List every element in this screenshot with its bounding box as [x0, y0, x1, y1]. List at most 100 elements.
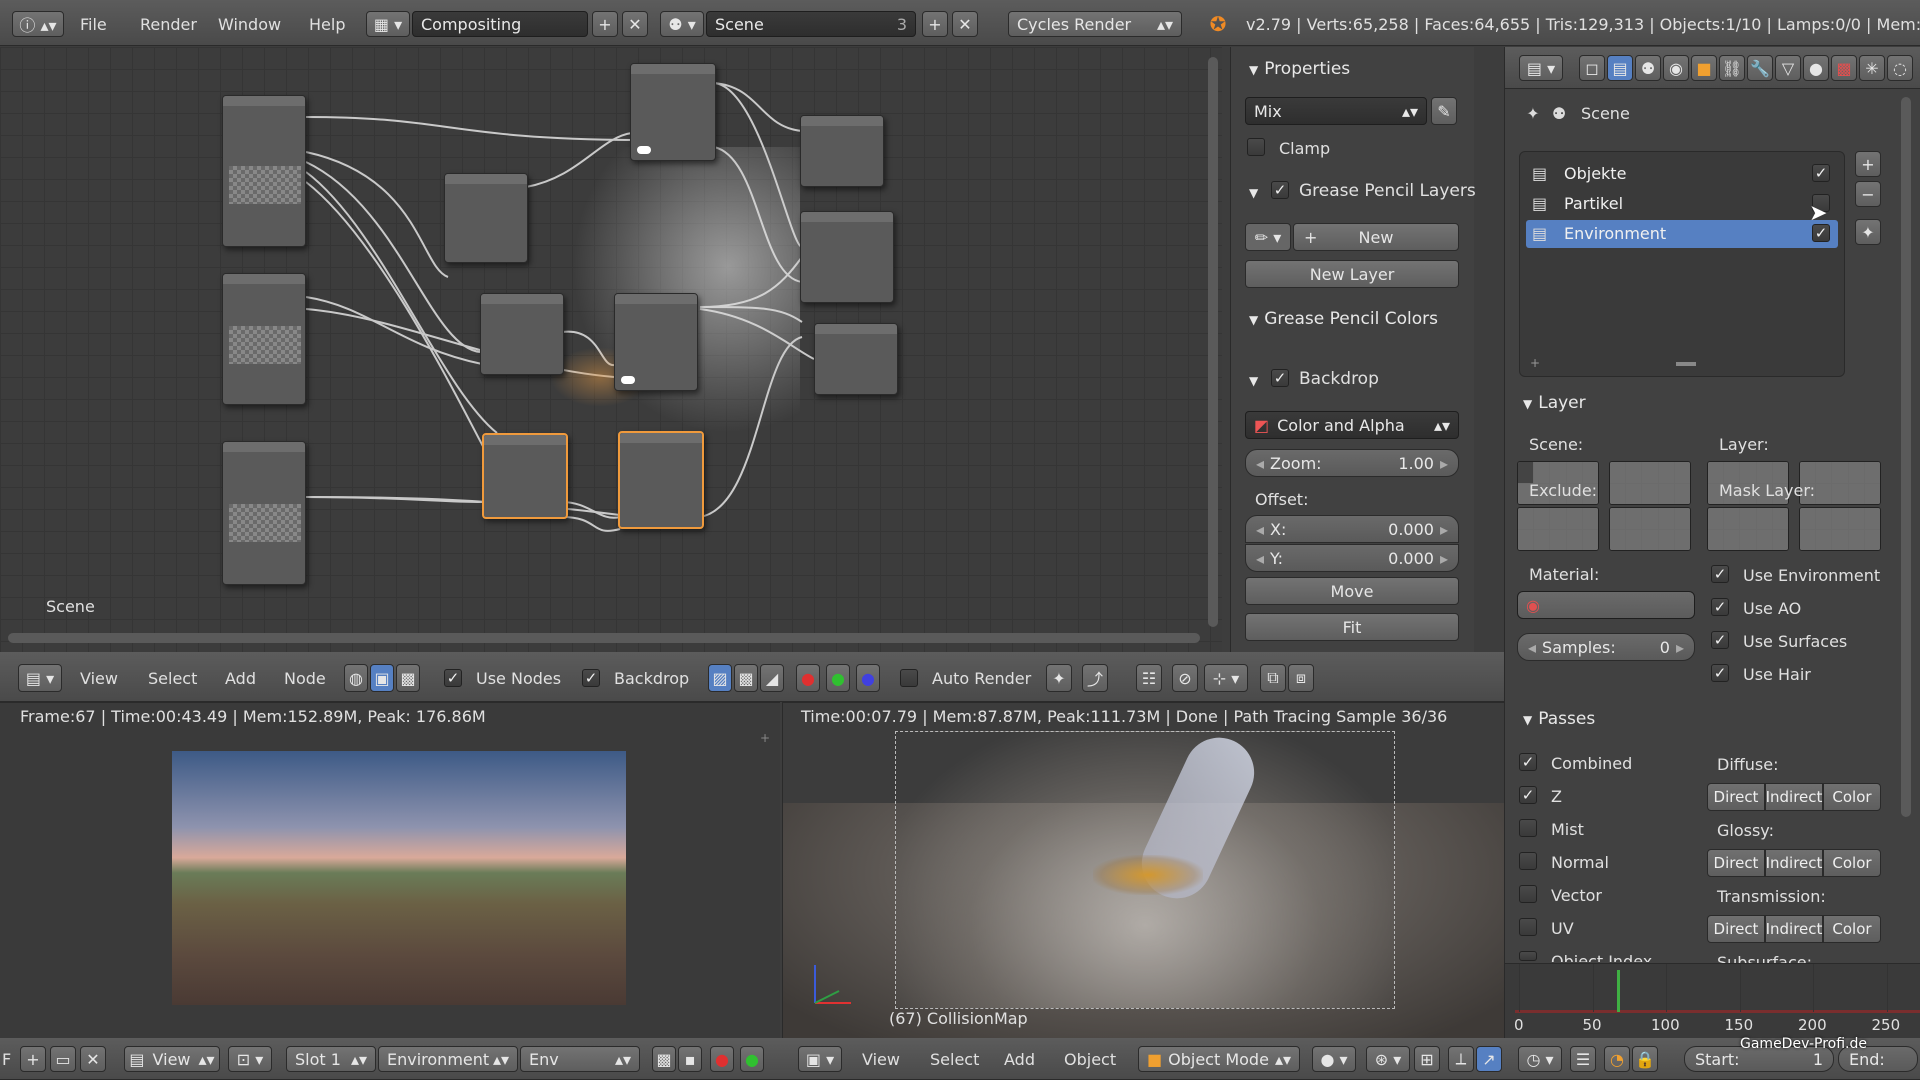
glossy-direct-button[interactable]: Direct [1707, 849, 1765, 877]
node-editor-v-scrollbar[interactable] [1208, 57, 1218, 627]
transmission-indirect-button[interactable]: Indirect [1765, 915, 1823, 943]
object-tab-icon[interactable]: ■ [1691, 55, 1717, 81]
menu-help[interactable]: Help [309, 15, 345, 34]
samples-field[interactable]: ◂ Samples: 0 ▸ [1517, 633, 1695, 661]
resize-corner-icon[interactable]: + [760, 731, 770, 745]
grease-pencil-colors-title[interactable]: ▼ Grease Pencil Colors [1249, 309, 1438, 329]
mix-node-2[interactable] [614, 293, 698, 391]
viewport-select-menu[interactable]: Select [930, 1050, 979, 1069]
render-layer-item[interactable]: ▤ Objekte ✓ [1526, 160, 1838, 188]
menu-window[interactable]: Window [218, 15, 281, 34]
properties-type-button[interactable]: ▤ ▾ [1519, 55, 1563, 81]
transform-icon[interactable]: ⟂ [1448, 1046, 1474, 1072]
keyframe-icon[interactable]: ◔ [1604, 1046, 1630, 1072]
backdrop-alpha-icon[interactable]: ◢ [760, 664, 784, 692]
green-channel-icon[interactable]: ● [826, 664, 850, 692]
pivot-icon[interactable]: ⊛ ▾ [1366, 1046, 1410, 1072]
backdrop-title[interactable]: ▼ [1249, 370, 1264, 390]
new-image-button[interactable]: + [20, 1046, 46, 1072]
viewer-node[interactable] [814, 323, 898, 395]
backdrop-color-icon[interactable]: ▩ [734, 664, 758, 692]
color-picker-icon[interactable]: ✎ [1431, 97, 1457, 125]
scene-field[interactable]: Scene 3 [706, 11, 916, 37]
render-layers-node-2[interactable] [222, 273, 306, 405]
render-layer-enabled-checkbox[interactable]: ✓ [1812, 224, 1830, 242]
diffuse-direct-button[interactable]: Direct [1707, 783, 1765, 811]
new-layer-button[interactable]: New Layer [1245, 260, 1459, 288]
transmission-color-button[interactable]: Color [1823, 915, 1881, 943]
layer-panel-title[interactable]: ▼ Layer [1523, 393, 1586, 413]
node-editor-canvas[interactable]: Scene [0, 47, 1222, 652]
delete-screen-button[interactable]: ✕ [622, 11, 648, 37]
timeline-menu-icon[interactable]: ☰ [1570, 1046, 1596, 1072]
diffuse-color-button[interactable]: Color [1823, 783, 1881, 811]
pass-checkbox[interactable] [1519, 918, 1537, 936]
zoom-field[interactable]: ◂ Zoom: 1.00 ▸ [1245, 449, 1459, 477]
pass-checkbox[interactable]: ✓ [1519, 753, 1537, 771]
use-hair-checkbox[interactable]: ✓ [1711, 664, 1729, 682]
glossy-color-button[interactable]: Color [1823, 849, 1881, 877]
offset-y-field[interactable]: ◂ Y: 0.000 ▸ [1245, 544, 1459, 572]
world-tab-icon[interactable]: ◉ [1663, 55, 1689, 81]
mask-grid-1[interactable] [1707, 507, 1789, 551]
multiply-node-2[interactable] [480, 293, 564, 375]
list-resize-handle[interactable] [1676, 362, 1696, 366]
screen-layout-icon[interactable]: ▦ ▾ [366, 11, 410, 37]
delete-scene-button[interactable]: ✕ [952, 11, 978, 37]
clamp-checkbox[interactable] [1247, 138, 1265, 156]
use-nodes-checkbox[interactable]: ✓ [444, 669, 462, 687]
add-screen-button[interactable]: + [592, 11, 618, 37]
slot-select[interactable]: Slot 1 ▴▾ [286, 1046, 376, 1072]
exclude-grid-2[interactable] [1609, 507, 1691, 551]
red-channel-icon[interactable]: ● [796, 664, 820, 692]
list-filter-icon[interactable]: + [1530, 356, 1540, 370]
render-layer-enabled-checkbox[interactable]: ✓ [1812, 164, 1830, 182]
particles-tab-icon[interactable]: ✳ [1859, 55, 1885, 81]
image-display-mode-icon[interactable]: ⊡ ▾ [228, 1046, 272, 1072]
backdrop-header-checkbox[interactable]: ✓ [582, 669, 600, 687]
mask-grid-2[interactable] [1799, 507, 1881, 551]
blue-channel-icon[interactable]: ● [856, 664, 880, 692]
image-green-icon[interactable]: ● [740, 1046, 764, 1072]
pin-icon[interactable]: ✦ [1046, 664, 1072, 692]
multiply-node-1[interactable] [444, 173, 528, 263]
render-layers-tab-icon[interactable]: ▤ [1607, 55, 1633, 81]
mix-node-selected[interactable] [618, 431, 704, 529]
image-view-menu[interactable]: ▤ View ▴▾ [124, 1046, 220, 1072]
pass-checkbox[interactable] [1519, 819, 1537, 837]
multiply-node-selected[interactable] [482, 433, 568, 519]
pin-icon[interactable]: ✦ [1523, 103, 1543, 123]
modifiers-tab-icon[interactable]: 🔧 [1747, 55, 1773, 81]
parent-node-icon[interactable]: ⤴ [1082, 664, 1108, 692]
file-output-node[interactable] [800, 211, 894, 303]
new-grease-pencil-button[interactable]: + New [1293, 223, 1459, 251]
render-engine-select[interactable]: Cycles Render ▴▾ [1008, 11, 1182, 37]
passes-panel-title[interactable]: ▼ Passes [1523, 709, 1595, 729]
render-layer-icon[interactable]: ☷ [1136, 664, 1162, 692]
material-override-field[interactable]: ◉ [1517, 591, 1695, 619]
texture-nodes-icon[interactable]: ▩ [396, 664, 420, 692]
menu-render[interactable]: Render [140, 15, 197, 34]
render-layer-list[interactable]: ▤ Objekte ✓ ▤ Partikel ▤ Environment ✓ + [1519, 151, 1845, 377]
copy-nodes-icon[interactable]: ⧉ [1260, 664, 1286, 692]
close-image-button[interactable]: ✕ [80, 1046, 106, 1072]
node-editor-h-scrollbar[interactable] [8, 633, 1200, 643]
physics-tab-icon[interactable]: ◌ [1887, 55, 1913, 81]
pass-checkbox[interactable]: ✓ [1519, 786, 1537, 804]
transmission-direct-button[interactable]: Direct [1707, 915, 1765, 943]
scene-layers-grid-2[interactable] [1609, 461, 1691, 505]
blend-mode-select[interactable]: Mix ▴▾ [1245, 97, 1427, 125]
pass-checkbox[interactable] [1519, 852, 1537, 870]
shader-nodes-icon[interactable]: ◍ [344, 664, 368, 692]
paste-nodes-icon[interactable]: ⧈ [1288, 664, 1314, 692]
mix-node-1[interactable] [630, 63, 716, 161]
node-editor-type-button[interactable]: ▤ ▾ [18, 664, 62, 692]
pencil-icon[interactable]: ✏ ▾ [1245, 223, 1291, 251]
fit-button[interactable]: Fit [1245, 613, 1459, 641]
viewport-add-menu[interactable]: Add [1004, 1050, 1035, 1069]
node-add-menu[interactable]: Add [225, 669, 256, 688]
properties-title[interactable]: ▼ Properties [1249, 59, 1350, 79]
backdrop-color-alpha-icon[interactable]: ▨ [708, 664, 732, 692]
compositing-nodes-icon[interactable]: ▣ [370, 664, 394, 692]
grease-pencil-layers-title[interactable]: ▼ [1249, 182, 1264, 202]
